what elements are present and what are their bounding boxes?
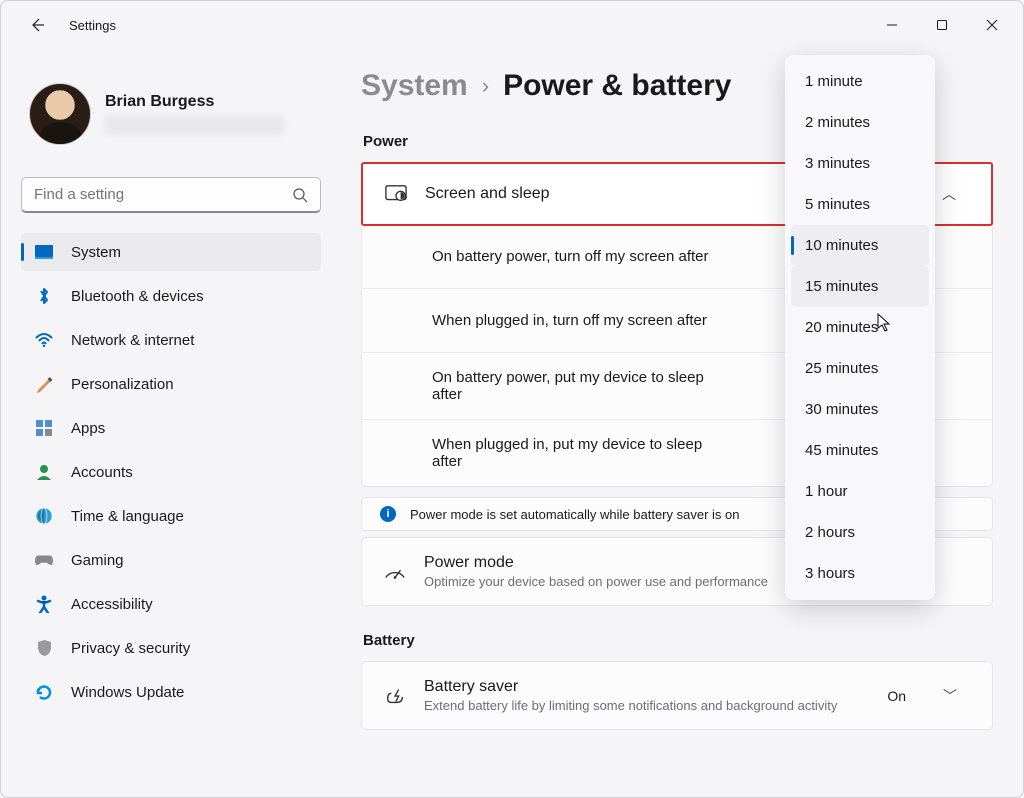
dropdown-item[interactable]: 30 minutes <box>791 389 929 430</box>
titlebar: Settings <box>1 1 1023 49</box>
sidebar-item-label: Time & language <box>71 508 184 525</box>
user-block[interactable]: Brian Burgess <box>21 65 321 167</box>
sidebar-item-label: Accessibility <box>71 596 153 613</box>
sidebar-item-label: Gaming <box>71 552 124 569</box>
dropdown-item[interactable]: 20 minutes <box>791 307 929 348</box>
apps-icon <box>35 419 53 437</box>
sidebar-item-accounts[interactable]: Accounts <box>21 453 321 491</box>
banner-text: Power mode is set automatically while ba… <box>410 507 739 522</box>
chevron-down-icon: ﹀ <box>930 686 970 706</box>
chevron-right-icon: › <box>482 73 489 99</box>
option-label: On battery power, put my device to sleep… <box>432 369 722 403</box>
privacy-icon <box>35 639 53 657</box>
sidebar-item-personalization[interactable]: Personalization <box>21 365 321 403</box>
option-label: When plugged in, turn off my screen afte… <box>432 312 722 329</box>
battery-saver-value: On <box>887 688 906 704</box>
search-icon <box>292 187 308 203</box>
battery-saver-card[interactable]: Battery saver Extend battery life by lim… <box>361 661 993 730</box>
sidebar-item-label: Privacy & security <box>71 640 190 657</box>
avatar <box>29 83 91 145</box>
dropdown-item[interactable]: 5 minutes <box>791 184 929 225</box>
search-box[interactable] <box>21 177 321 213</box>
sidebar-item-label: Apps <box>71 420 105 437</box>
chevron-up-icon: ︿ <box>929 184 969 204</box>
dropdown-item[interactable]: 10 minutes <box>791 225 929 266</box>
window-title: Settings <box>69 18 116 33</box>
dropdown-item[interactable]: 2 minutes <box>791 102 929 143</box>
sidebar-item-label: Accounts <box>71 464 133 481</box>
accessibility-icon <box>35 595 53 613</box>
option-label: On battery power, turn off my screen aft… <box>432 248 722 265</box>
battery-saver-title: Battery saver <box>424 678 869 696</box>
maximize-button[interactable] <box>919 9 965 41</box>
sidebar-item-label: Bluetooth & devices <box>71 288 204 305</box>
dropdown-item[interactable]: 25 minutes <box>791 348 929 389</box>
sidebar-item-label: Windows Update <box>71 684 184 701</box>
accounts-icon <box>35 463 53 481</box>
sidebar-item-label: System <box>71 244 121 261</box>
sidebar: Brian Burgess System Bluetooth & devices… <box>1 49 341 797</box>
breadcrumb-root[interactable]: System <box>361 69 468 103</box>
time-icon <box>35 507 53 525</box>
dropdown-item[interactable]: 2 hours <box>791 512 929 553</box>
bluetooth-icon <box>35 287 53 305</box>
option-label: When plugged in, put my device to sleep … <box>432 436 722 470</box>
sidebar-item-network[interactable]: Network & internet <box>21 321 321 359</box>
sidebar-item-system[interactable]: System <box>21 233 321 271</box>
page-title: Power & battery <box>503 69 731 103</box>
info-icon: i <box>380 506 396 522</box>
dropdown-item[interactable]: 3 hours <box>791 553 929 594</box>
minimize-button[interactable] <box>869 9 915 41</box>
sidebar-item-privacy[interactable]: Privacy & security <box>21 629 321 667</box>
sidebar-item-bluetooth[interactable]: Bluetooth & devices <box>21 277 321 315</box>
battery-saver-sub: Extend battery life by limiting some not… <box>424 698 869 713</box>
sidebar-item-update[interactable]: Windows Update <box>21 673 321 711</box>
personalization-icon <box>35 375 53 393</box>
back-button[interactable] <box>25 13 49 37</box>
dropdown-item[interactable]: 1 hour <box>791 471 929 512</box>
battery-saver-icon <box>384 687 406 705</box>
dropdown-item[interactable]: 45 minutes <box>791 430 929 471</box>
search-input[interactable] <box>34 186 292 203</box>
sidebar-item-label: Network & internet <box>71 332 194 349</box>
sidebar-item-time[interactable]: Time & language <box>21 497 321 535</box>
sidebar-item-apps[interactable]: Apps <box>21 409 321 447</box>
dropdown-item[interactable]: 1 minute <box>791 61 929 102</box>
power-mode-icon <box>384 564 406 580</box>
sidebar-item-label: Personalization <box>71 376 174 393</box>
dropdown-item[interactable]: 3 minutes <box>791 143 929 184</box>
screen-icon <box>385 184 407 204</box>
user-name: Brian Burgess <box>105 93 285 111</box>
dropdown-item[interactable]: 15 minutes <box>791 266 929 307</box>
sidebar-item-accessibility[interactable]: Accessibility <box>21 585 321 623</box>
gaming-icon <box>35 551 53 569</box>
section-label-battery: Battery <box>363 632 993 649</box>
network-icon <box>35 331 53 349</box>
close-button[interactable] <box>969 9 1015 41</box>
user-email-redacted <box>105 115 285 135</box>
sidebar-item-gaming[interactable]: Gaming <box>21 541 321 579</box>
system-icon <box>35 243 53 261</box>
update-icon <box>35 683 53 701</box>
duration-dropdown[interactable]: 1 minute2 minutes3 minutes5 minutes10 mi… <box>785 55 935 600</box>
